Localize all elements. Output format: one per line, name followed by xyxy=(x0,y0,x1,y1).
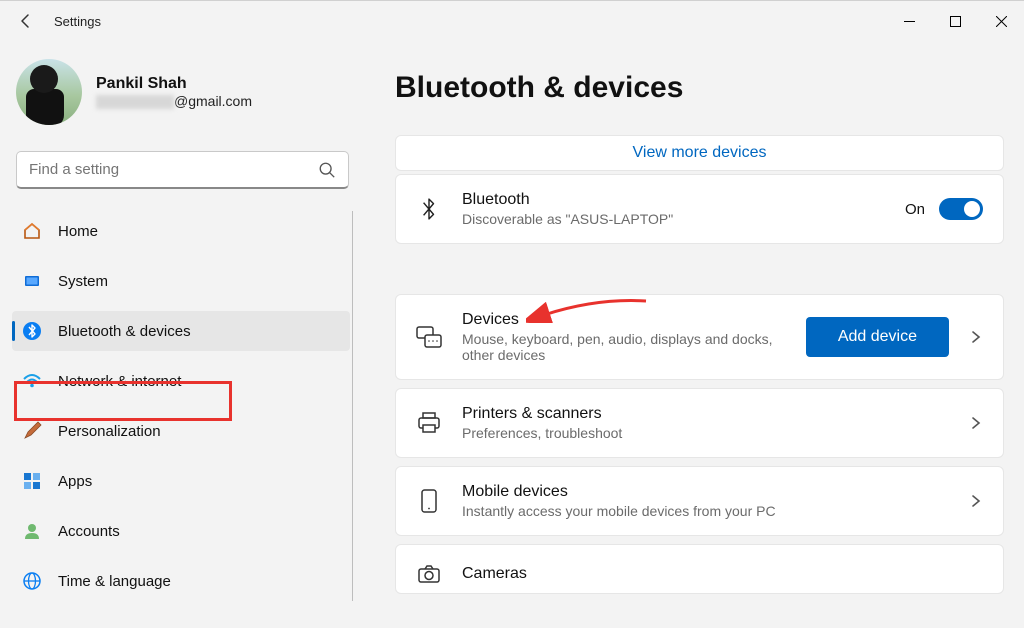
close-button[interactable] xyxy=(978,1,1024,41)
search-field[interactable] xyxy=(16,151,349,189)
bluetooth-toggle[interactable] xyxy=(939,198,983,220)
search-icon xyxy=(318,161,336,179)
bluetooth-icon xyxy=(22,321,42,341)
sidebar-item-label: Home xyxy=(58,223,98,240)
sidebar-item-label: Bluetooth & devices xyxy=(58,323,191,340)
view-more-devices-link[interactable]: View more devices xyxy=(395,135,1004,171)
profile-name: Pankil Shah xyxy=(96,75,252,93)
wifi-icon xyxy=(22,371,42,391)
add-device-button[interactable]: Add device xyxy=(806,317,949,357)
printer-icon xyxy=(416,410,442,436)
chevron-right-icon xyxy=(969,330,983,344)
sidebar-item-time-language[interactable]: Time & language xyxy=(12,561,350,601)
window-title: Settings xyxy=(54,14,101,29)
brush-icon xyxy=(22,421,42,441)
mobile-desc: Instantly access your mobile devices fro… xyxy=(462,503,792,519)
cameras-title: Cameras xyxy=(462,565,983,583)
sidebar: Pankil Shah @gmail.com Home System Bluet… xyxy=(0,41,365,628)
bluetooth-icon xyxy=(416,196,442,222)
sidebar-item-label: Personalization xyxy=(58,423,161,440)
search-input[interactable] xyxy=(29,161,318,178)
back-button[interactable] xyxy=(12,7,40,35)
devices-row[interactable]: Devices Mouse, keyboard, pen, audio, dis… xyxy=(395,294,1004,380)
printers-desc: Preferences, troubleshoot xyxy=(462,425,792,441)
maximize-button[interactable] xyxy=(932,1,978,41)
devices-icon xyxy=(416,324,442,350)
sidebar-item-apps[interactable]: Apps xyxy=(12,461,350,501)
person-icon xyxy=(22,521,42,541)
cameras-row[interactable]: Cameras xyxy=(395,544,1004,594)
sidebar-item-label: System xyxy=(58,273,108,290)
devices-title: Devices xyxy=(462,311,806,329)
camera-icon xyxy=(416,561,442,587)
page-title: Bluetooth & devices xyxy=(395,71,1004,105)
sidebar-item-home[interactable]: Home xyxy=(12,211,350,251)
window-controls xyxy=(886,1,1024,41)
bluetooth-subtitle: Discoverable as "ASUS-LAPTOP" xyxy=(462,211,792,227)
titlebar: Settings xyxy=(0,1,1024,41)
minimize-button[interactable] xyxy=(886,1,932,41)
chevron-right-icon xyxy=(969,494,983,508)
home-icon xyxy=(22,221,42,241)
nav: Home System Bluetooth & devices Network … xyxy=(12,211,353,601)
content-area: Bluetooth & devices View more devices Bl… xyxy=(365,41,1024,628)
system-icon xyxy=(22,271,42,291)
avatar xyxy=(16,59,82,125)
sidebar-item-system[interactable]: System xyxy=(12,261,350,301)
sidebar-item-label: Time & language xyxy=(58,573,171,590)
profile-email: @gmail.com xyxy=(96,93,252,109)
bluetooth-state-label: On xyxy=(905,201,925,218)
profile-block[interactable]: Pankil Shah @gmail.com xyxy=(12,59,353,125)
printers-title: Printers & scanners xyxy=(462,405,957,423)
devices-desc: Mouse, keyboard, pen, audio, displays an… xyxy=(462,331,792,363)
sidebar-item-label: Apps xyxy=(58,473,92,490)
sidebar-item-personalization[interactable]: Personalization xyxy=(12,411,350,451)
globe-icon xyxy=(22,571,42,591)
sidebar-item-bluetooth-devices[interactable]: Bluetooth & devices xyxy=(12,311,350,351)
chevron-right-icon xyxy=(969,416,983,430)
mobile-title: Mobile devices xyxy=(462,483,957,501)
printers-row[interactable]: Printers & scanners Preferences, trouble… xyxy=(395,388,1004,458)
sidebar-item-network[interactable]: Network & internet xyxy=(12,361,350,401)
mobile-row[interactable]: Mobile devices Instantly access your mob… xyxy=(395,466,1004,536)
sidebar-item-label: Network & internet xyxy=(58,373,181,390)
sidebar-item-label: Accounts xyxy=(58,523,120,540)
bluetooth-title: Bluetooth xyxy=(462,191,905,209)
phone-icon xyxy=(416,488,442,514)
sidebar-item-accounts[interactable]: Accounts xyxy=(12,511,350,551)
apps-icon xyxy=(22,471,42,491)
bluetooth-card[interactable]: Bluetooth Discoverable as "ASUS-LAPTOP" … xyxy=(395,174,1004,244)
